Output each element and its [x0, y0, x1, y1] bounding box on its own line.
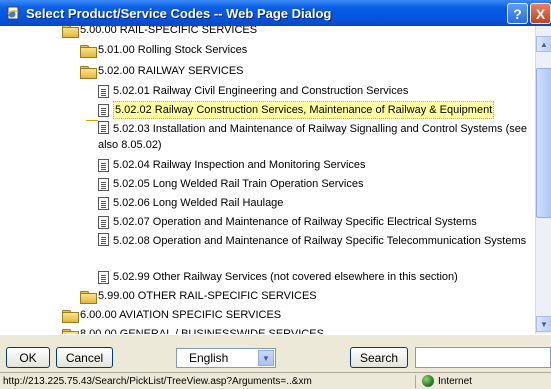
tree-leaf-label: 5.02.99 Other Railway Services (not cove… — [113, 271, 458, 283]
tree-leaf-label: 5.02.03 Installation and Maintenance of … — [98, 123, 527, 151]
tree-node-aviation[interactable]: 6.00.00 AVIATION SPECIFIC SERVICES — [62, 307, 281, 323]
scrollbar-thumb[interactable] — [536, 68, 551, 218]
ok-button[interactable]: OK — [6, 347, 50, 368]
tree-leaf-5-02-03[interactable]: 5.02.03 Installation and Maintenance of … — [86, 121, 535, 153]
document-icon — [98, 103, 109, 117]
tree-node-label: 5.00.00 RAIL-SPECIFIC SERVICES — [80, 26, 258, 36]
ie-page-icon — [7, 6, 19, 20]
tree-leaf-5-02-02[interactable]: 5.02.02 Railway Construction Services, M… — [98, 101, 495, 119]
tree-node-rail-specific[interactable]: 5.00.00 RAIL-SPECIFIC SERVICES — [62, 26, 257, 38]
chevron-up-icon: ▲ — [540, 39, 548, 49]
document-icon — [98, 121, 109, 134]
search-input[interactable] — [415, 347, 551, 368]
tree-leaf-5-02-01[interactable]: 5.02.01 Railway Civil Engineering and Co… — [98, 83, 408, 99]
tree-node-label: 8.00.00 GENERAL / BUSINESSWIDE SERVICES — [80, 328, 324, 334]
title-bar[interactable]: Select Product/Service Codes -- Web Page… — [0, 0, 551, 26]
tree-leaf-label: 5.02.04 Railway Inspection and Monitorin… — [113, 159, 366, 171]
search-button-label: Search — [359, 350, 399, 365]
help-icon: ? — [513, 5, 522, 22]
tree-leaf-5-02-06[interactable]: 5.02.06 Long Welded Rail Haulage — [98, 195, 283, 211]
cancel-button-label: Cancel — [65, 350, 104, 365]
tree-leaf-label: 5.02.06 Long Welded Rail Haulage — [113, 197, 284, 209]
document-icon — [98, 196, 109, 210]
folder-open-icon — [80, 65, 97, 79]
tree-node-general[interactable]: 8.00.00 GENERAL / BUSINESSWIDE SERVICES — [62, 326, 324, 334]
status-divider — [415, 374, 416, 388]
document-icon — [98, 177, 109, 191]
status-url: http://213.225.75.43/Search/PickList/Tre… — [3, 375, 312, 387]
internet-zone-icon — [422, 375, 434, 387]
tree-view: 5.00.00 RAIL-SPECIFIC SERVICES 5.01.00 R… — [0, 26, 535, 334]
tree-leaf-5-02-04[interactable]: 5.02.04 Railway Inspection and Monitorin… — [98, 157, 366, 173]
close-icon: X — [535, 5, 546, 22]
help-button[interactable]: ? — [507, 3, 528, 24]
tree-leaf-label: 5.02.08 Operation and Maintenance of Rai… — [113, 235, 527, 247]
security-zone-label: Internet — [438, 375, 472, 387]
cancel-button[interactable]: Cancel — [56, 347, 113, 368]
status-bar: http://213.225.75.43/Search/PickList/Tre… — [0, 372, 551, 389]
scroll-down-button[interactable]: ▼ — [536, 316, 551, 332]
window-title: Select Product/Service Codes -- Web Page… — [26, 5, 332, 21]
tree-leaf-5-02-99[interactable]: 5.02.99 Other Railway Services (not cove… — [98, 269, 458, 285]
tree-leaf-label: 5.02.07 Operation and Maintenance of Rai… — [113, 216, 477, 228]
tree-node-other-rail[interactable]: 5.99.00 OTHER RAIL-SPECIFIC SERVICES — [80, 288, 317, 304]
tree-leaf-5-02-08[interactable]: 5.02.08 Operation and Maintenance of Rai… — [86, 233, 531, 249]
folder-icon — [80, 44, 97, 58]
dialog-toolbar: OK Cancel English ▼ Search — [0, 334, 551, 372]
search-button[interactable]: Search — [350, 347, 408, 368]
chevron-down-icon: ▼ — [540, 319, 548, 329]
tree-leaf-label: 5.02.01 Railway Civil Engineering and Co… — [113, 85, 409, 97]
tree-node-label: 5.01.00 Rolling Stock Services — [98, 44, 248, 56]
document-icon — [98, 158, 109, 172]
scroll-up-button[interactable]: ▲ — [536, 36, 551, 52]
vertical-scrollbar[interactable]: ▲ ▼ — [535, 26, 551, 334]
document-icon — [98, 215, 109, 229]
selected-leaf-label: 5.02.02 Railway Construction Services, M… — [113, 101, 495, 119]
document-icon — [98, 84, 109, 98]
document-icon — [98, 233, 109, 246]
tree-node-rolling-stock[interactable]: 5.01.00 Rolling Stock Services — [80, 42, 247, 58]
folder-icon — [62, 309, 79, 323]
tree-node-label: 5.02.00 RAILWAY SERVICES — [98, 65, 244, 77]
language-select[interactable]: English ▼ — [176, 348, 276, 368]
tree-node-label: 6.00.00 AVIATION SPECIFIC SERVICES — [80, 309, 282, 321]
folder-icon — [80, 290, 97, 304]
document-icon — [98, 270, 109, 284]
tree-node-railway-services[interactable]: 5.02.00 RAILWAY SERVICES — [80, 63, 244, 79]
folder-open-icon — [62, 26, 79, 38]
ok-button-label: OK — [19, 350, 37, 365]
tree-leaf-label: 5.02.05 Long Welded Rail Train Operation… — [113, 178, 364, 190]
tree-leaf-5-02-05[interactable]: 5.02.05 Long Welded Rail Train Operation… — [98, 176, 364, 192]
close-button[interactable]: X — [530, 3, 551, 24]
language-select-value: English — [189, 351, 229, 365]
chevron-down-icon[interactable]: ▼ — [258, 350, 274, 366]
tree-node-label: 5.99.00 OTHER RAIL-SPECIFIC SERVICES — [98, 290, 317, 302]
tree-leaf-5-02-07[interactable]: 5.02.07 Operation and Maintenance of Rai… — [98, 214, 477, 230]
